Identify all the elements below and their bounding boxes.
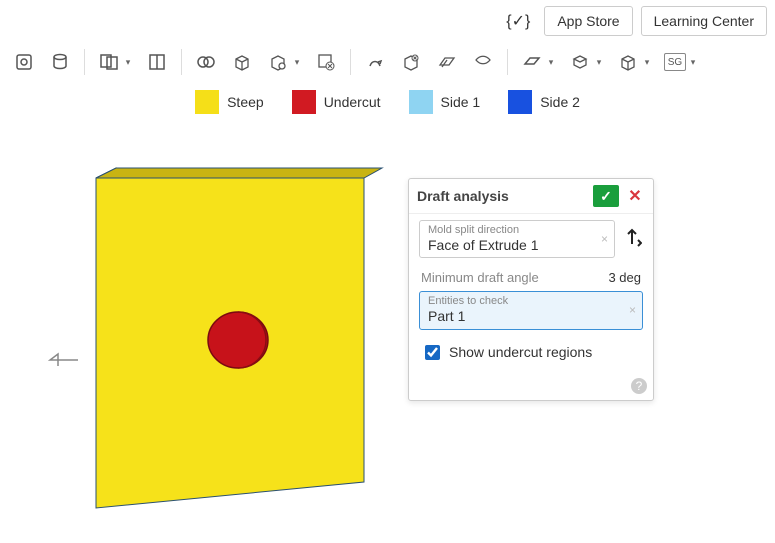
- entities-input[interactable]: Entities to check Part 1 ×: [419, 291, 643, 329]
- circles-icon: [194, 50, 218, 74]
- tool-move-face[interactable]: [359, 48, 391, 76]
- move-face-icon: [363, 50, 387, 74]
- fill-icon: [471, 50, 495, 74]
- flip-direction-icon[interactable]: [621, 226, 643, 252]
- box3d-icon: [230, 50, 254, 74]
- tool-sheet-metal[interactable]: ▾: [612, 48, 656, 76]
- tool-mate-connector[interactable]: ▾: [564, 48, 608, 76]
- tool-enclose[interactable]: [44, 48, 76, 76]
- chevron-down-icon[interactable]: ▾: [594, 50, 604, 74]
- legend-label: Side 2: [540, 94, 580, 110]
- field-label: Mold split direction: [428, 224, 608, 236]
- box-edit-icon: [266, 50, 290, 74]
- chevron-down-icon[interactable]: ▾: [642, 50, 652, 74]
- clear-icon[interactable]: ×: [629, 303, 636, 317]
- separator: [507, 49, 508, 75]
- draft-legend: Steep Undercut Side 1 Side 2: [0, 90, 775, 114]
- plane-icon: [520, 50, 544, 74]
- delete-face-icon: [314, 50, 338, 74]
- tool-transform-copy[interactable]: [226, 48, 258, 76]
- swatch-undercut: [292, 90, 316, 114]
- direction-arrow-icon[interactable]: [48, 350, 80, 374]
- panel-footer: ?: [409, 373, 653, 400]
- tool-replace-face[interactable]: [395, 48, 427, 76]
- learning-center-button[interactable]: Learning Center: [641, 6, 767, 36]
- replace-face-icon: [399, 50, 423, 74]
- tool-offset-surface[interactable]: [431, 48, 463, 76]
- show-undercut-checkbox-row[interactable]: Show undercut regions: [419, 334, 643, 365]
- chevron-down-icon[interactable]: ▾: [688, 50, 698, 74]
- mold-direction-row: Mold split direction Face of Extrude 1 ×: [419, 220, 643, 258]
- separator: [84, 49, 85, 75]
- legend-steep: Steep: [195, 90, 264, 114]
- clear-icon[interactable]: ×: [601, 232, 608, 246]
- help-icon[interactable]: ?: [631, 378, 647, 394]
- swatch-side1: [409, 90, 433, 114]
- model-top-face: [96, 168, 382, 178]
- min-angle-row[interactable]: Minimum draft angle 3 deg: [419, 264, 643, 291]
- field-value: Face of Extrude 1: [428, 236, 608, 254]
- tool-transform[interactable]: [190, 48, 222, 76]
- legend-side2: Side 2: [508, 90, 580, 114]
- legend-side1: Side 1: [409, 90, 481, 114]
- cancel-button[interactable]: ✕: [625, 186, 645, 206]
- tool-plane[interactable]: ▾: [516, 48, 560, 76]
- chevron-down-icon[interactable]: ▾: [546, 50, 556, 74]
- cylinder-icon: [48, 50, 72, 74]
- viewport-3d[interactable]: [40, 160, 410, 540]
- separator: [181, 49, 182, 75]
- swatch-steep: [195, 90, 219, 114]
- confirm-button[interactable]: ✓: [593, 185, 619, 207]
- panel-header: Draft analysis ✓ ✕: [409, 179, 653, 214]
- tool-custom-features[interactable]: SG ▾: [660, 48, 702, 76]
- extensions-icon[interactable]: {✓}: [500, 7, 536, 35]
- separator: [350, 49, 351, 75]
- split-icon: [145, 50, 169, 74]
- offset-surface-icon: [435, 50, 459, 74]
- field-label: Minimum draft angle: [421, 270, 539, 285]
- tool-modify[interactable]: ▾: [262, 48, 306, 76]
- tool-boolean[interactable]: ▾: [93, 48, 137, 76]
- field-value: Part 1: [428, 307, 636, 325]
- cube-icon: [616, 50, 640, 74]
- mold-direction-input[interactable]: Mold split direction Face of Extrude 1 ×: [419, 220, 615, 258]
- swatch-side2: [508, 90, 532, 114]
- tool-thicken[interactable]: [8, 48, 40, 76]
- text-sg-icon: SG: [664, 53, 686, 71]
- draft-analysis-panel: Draft analysis ✓ ✕ Mold split direction …: [408, 178, 654, 401]
- field-label: Entities to check: [428, 295, 636, 307]
- chevron-down-icon[interactable]: ▾: [292, 50, 302, 74]
- legend-label: Undercut: [324, 94, 381, 110]
- legend-label: Steep: [227, 94, 264, 110]
- tool-delete-face[interactable]: [310, 48, 342, 76]
- thicken-icon: [12, 50, 36, 74]
- box-outline-icon: [568, 50, 592, 74]
- app-store-button[interactable]: App Store: [544, 6, 632, 36]
- panel-body: Mold split direction Face of Extrude 1 ×…: [409, 214, 653, 373]
- legend-undercut: Undercut: [292, 90, 381, 114]
- main-toolbar: ▾ ▾: [8, 44, 767, 80]
- chevron-down-icon[interactable]: ▾: [123, 50, 133, 74]
- legend-label: Side 1: [441, 94, 481, 110]
- show-undercut-checkbox[interactable]: [425, 345, 440, 360]
- boolean-icon: [97, 50, 121, 74]
- field-value: 3 deg: [608, 270, 641, 285]
- checkbox-label: Show undercut regions: [449, 344, 592, 360]
- tool-split[interactable]: [141, 48, 173, 76]
- tool-fill[interactable]: [467, 48, 499, 76]
- model-svg: [40, 160, 410, 540]
- panel-title: Draft analysis: [417, 188, 593, 204]
